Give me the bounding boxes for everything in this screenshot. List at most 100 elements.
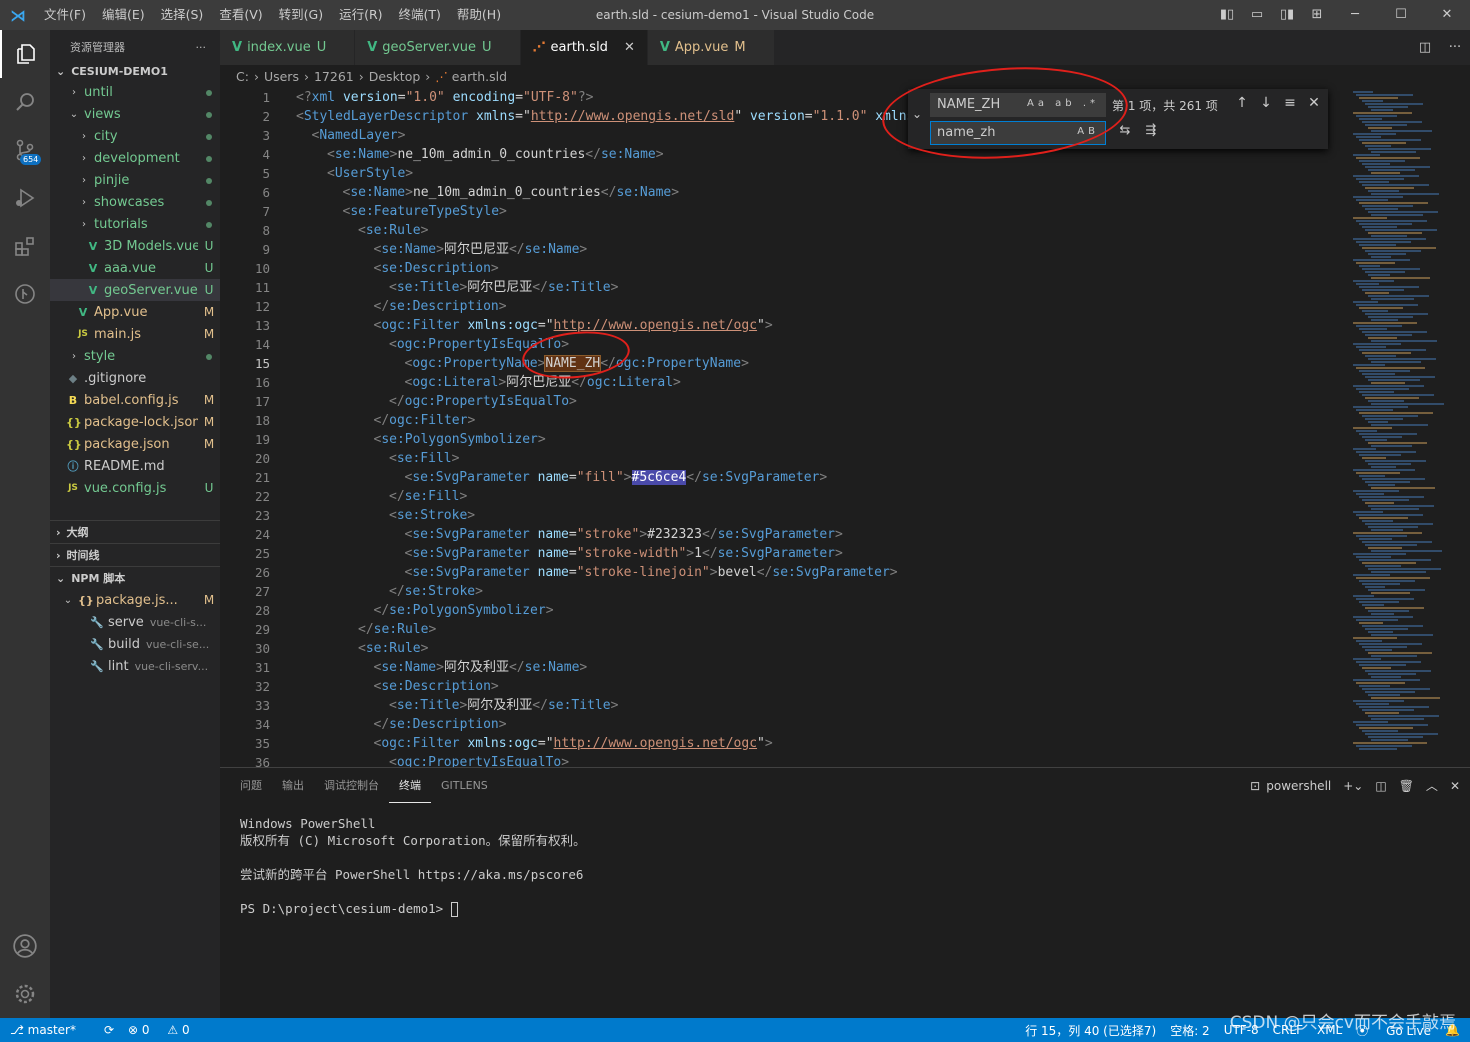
tree-item[interactable]: Bbabel.config.js M xyxy=(50,389,220,411)
replace-all-icon[interactable]: ⇶ xyxy=(1138,123,1164,138)
editor-tab[interactable]: V App.vue M xyxy=(647,30,775,65)
source-control-icon[interactable]: 654 xyxy=(0,126,50,174)
breadcrumb-item[interactable]: C: xyxy=(236,69,249,84)
line-number: 30 xyxy=(254,641,270,656)
npm-label: NPM 脚本 xyxy=(71,572,126,585)
tree-item[interactable]: ◆ .gitignore xyxy=(50,367,220,389)
menu-item[interactable]: 查看(V) xyxy=(211,0,270,30)
split-editor-icon[interactable]: ◫ xyxy=(1410,40,1440,55)
project-section-header[interactable]: ⌄ CESIUM-DEMO1 xyxy=(50,64,220,78)
tree-item[interactable]: ⓘ README.md xyxy=(50,455,220,477)
minimize-button[interactable]: ─ xyxy=(1332,0,1378,30)
more-actions-icon[interactable]: ··· xyxy=(1440,40,1470,55)
replace-input[interactable]: name_zh AB xyxy=(930,121,1106,145)
tree-item[interactable]: {} package.json M xyxy=(50,433,220,455)
close-tab-icon[interactable]: ✕ xyxy=(624,40,635,55)
indentation[interactable]: 空格: 2 xyxy=(1170,1022,1210,1039)
tree-item[interactable]: › tutorials xyxy=(50,213,220,235)
code-line: </se:Description> xyxy=(296,297,507,316)
search-icon[interactable] xyxy=(0,78,50,126)
close-window-button[interactable]: ✕ xyxy=(1424,0,1470,30)
close-panel-icon[interactable]: ✕ xyxy=(1450,779,1460,793)
timeline-section[interactable]: › 时间线 xyxy=(50,544,220,566)
panel-tab[interactable]: 调试控制台 xyxy=(314,768,389,803)
breadcrumb-item[interactable]: Users xyxy=(264,69,299,84)
previous-match-arrow-up-icon[interactable]: ↑ xyxy=(1230,95,1254,111)
tree-item[interactable]: › until xyxy=(50,81,220,103)
cursor-position[interactable]: 行 15，列 40 (已选择7) xyxy=(1025,1022,1156,1039)
explorer-icon[interactable] xyxy=(0,30,50,78)
tree-item[interactable]: V App.vue M xyxy=(50,301,220,323)
problems-status[interactable]: ⊗ 0 ⚠ 0 xyxy=(128,1023,204,1037)
tree-item[interactable]: Vaaa.vue U xyxy=(50,257,220,279)
code-editor[interactable]: 1 <?xml version="1.0" encoding="UTF-8"?> 2… xyxy=(220,87,1340,767)
menu-item[interactable]: 选择(S) xyxy=(153,0,212,30)
extensions-icon[interactable] xyxy=(0,222,50,270)
toggle-sidebar-icon[interactable]: ▮▯ xyxy=(1212,0,1242,30)
menu-item[interactable]: 终端(T) xyxy=(391,0,449,30)
code-token: > xyxy=(420,223,429,238)
panel-tab[interactable]: 终端 xyxy=(389,768,431,803)
settings-gear-icon[interactable] xyxy=(0,970,50,1018)
split-terminal-icon[interactable]: ◫ xyxy=(1375,779,1386,793)
toggle-panel-icon[interactable]: ▭ xyxy=(1242,0,1272,30)
close-icon[interactable]: ✕ xyxy=(1302,95,1326,111)
minimap-line xyxy=(1365,229,1437,231)
code-token: " xyxy=(757,736,765,751)
find-in-selection-icon[interactable]: ≡ xyxy=(1278,95,1302,111)
npm-scripts-section[interactable]: ⌄ NPM 脚本 xyxy=(50,567,220,589)
menu-item[interactable]: 文件(F) xyxy=(36,0,94,30)
npm-script-item[interactable]: 🔧 serve vue-cli-s... xyxy=(50,611,220,633)
find-options-icons[interactable]: Aa ab .* xyxy=(1027,98,1099,109)
gitlens-icon[interactable] xyxy=(0,270,50,318)
editor-tab[interactable]: Vindex.vue U xyxy=(220,30,356,65)
npm-script-item[interactable]: 🔧 build vue-cli-se... xyxy=(50,633,220,655)
panel-tab[interactable]: 问题 xyxy=(230,768,272,803)
shell-name[interactable]: powershell xyxy=(1266,779,1331,793)
sync-icon[interactable]: ⟳ xyxy=(104,1023,114,1037)
next-match-arrow-down-icon[interactable]: ↓ xyxy=(1254,95,1278,111)
tree-item[interactable]: JS main.js M xyxy=(50,323,220,345)
tree-item[interactable]: JS vue.config.js U xyxy=(50,477,220,499)
maximize-panel-chevron-up-icon[interactable]: ︿ xyxy=(1426,777,1438,794)
menu-item[interactable]: 帮助(H) xyxy=(449,0,509,30)
layout-icon[interactable]: ⊞ xyxy=(1302,0,1332,30)
tree-item[interactable]: › pinjie xyxy=(50,169,220,191)
toggle-secondary-icon[interactable]: ▯▮ xyxy=(1272,0,1302,30)
tree-item[interactable]: {} package-lock.json M xyxy=(50,411,220,433)
toggle-replace-chevron-icon[interactable]: ⌄ xyxy=(912,107,922,121)
more-actions-icon[interactable]: ··· xyxy=(196,41,207,54)
outline-section[interactable]: › 大纲 xyxy=(50,521,220,543)
preserve-case-icon[interactable]: AB xyxy=(1077,126,1099,137)
account-icon[interactable] xyxy=(0,922,50,970)
breadcrumb-item[interactable]: earth.sld xyxy=(452,69,507,84)
breadcrumb-item[interactable]: 17261 xyxy=(314,69,354,84)
tree-item[interactable]: › style xyxy=(50,345,220,367)
branch-status[interactable]: ⎇ master* xyxy=(10,1023,90,1037)
tree-item[interactable]: › showcases xyxy=(50,191,220,213)
find-input[interactable]: NAME_ZH Aa ab .* xyxy=(930,93,1106,117)
editor-tab[interactable]: VgeoServer.vue U xyxy=(355,30,521,65)
menu-item[interactable]: 转到(G) xyxy=(271,0,331,30)
menu-item[interactable]: 运行(R) xyxy=(331,0,390,30)
tree-item[interactable]: › development xyxy=(50,147,220,169)
terminal-output[interactable]: Windows PowerShell 版权所有 (C) Microsoft Cor… xyxy=(220,803,1470,929)
tree-item[interactable]: VgeoServer.vue U xyxy=(50,279,220,301)
trash-icon[interactable]: 🗑 xyxy=(1399,779,1414,793)
run-debug-icon[interactable] xyxy=(0,174,50,222)
panel-tab[interactable]: GITLENS xyxy=(431,768,498,803)
new-terminal-plus-icon[interactable]: +⌄ xyxy=(1343,779,1363,793)
breadcrumb-item[interactable]: Desktop xyxy=(369,69,421,84)
tree-item[interactable]: ⌄ views xyxy=(50,103,220,125)
editor-tab[interactable]: ⋰ earth.sld ✕ xyxy=(520,30,648,65)
tree-item[interactable]: V 3D Models.vue U xyxy=(50,235,220,257)
npm-script-item[interactable]: 🔧 lint vue-cli-serv... xyxy=(50,655,220,677)
minimap[interactable] xyxy=(1345,87,1470,767)
replace-icon[interactable]: ⇆ xyxy=(1112,123,1138,138)
tree-item[interactable]: › city xyxy=(50,125,220,147)
menu-item[interactable]: 编辑(E) xyxy=(94,0,153,30)
maximize-button[interactable]: ☐ xyxy=(1378,0,1424,30)
panel-tab[interactable]: 输出 xyxy=(272,768,314,803)
npm-package-item[interactable]: ⌄ {} package.js... M xyxy=(50,589,220,611)
